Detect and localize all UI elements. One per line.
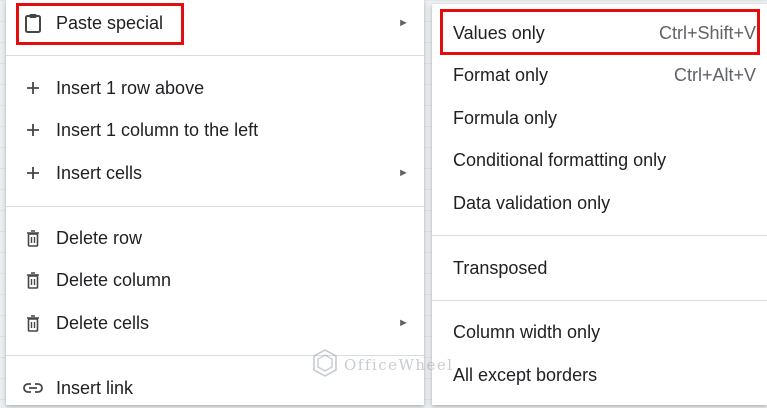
- link-icon: [22, 377, 44, 399]
- plus-icon: [22, 119, 44, 141]
- menu-item-label: Insert cells: [56, 162, 143, 183]
- menu-divider: [6, 55, 424, 56]
- submenu-item-data-validation-only[interactable]: Data validation only: [432, 183, 767, 223]
- menu-item-insert-link[interactable]: Insert link: [6, 368, 424, 408]
- menu-divider: [432, 235, 767, 236]
- submenu-arrow-icon: ►: [398, 17, 409, 29]
- submenu-item-formula-only[interactable]: Formula only: [432, 98, 767, 138]
- menu-item-label: Formula only: [453, 107, 558, 128]
- keyboard-shortcut: Ctrl+Alt+V: [673, 64, 756, 85]
- submenu-item-column-width-only[interactable]: Column width only: [432, 312, 767, 352]
- menu-item-label: Delete row: [56, 227, 143, 248]
- menu-item-insert-column-left[interactable]: Insert 1 column to the left: [6, 110, 424, 150]
- menu-divider: [432, 300, 767, 301]
- menu-item-delete-column[interactable]: Delete column: [6, 260, 424, 300]
- menu-item-label: All except borders: [453, 364, 598, 385]
- clipboard-icon: [22, 12, 44, 34]
- keyboard-shortcut: Ctrl+Shift+V: [658, 22, 756, 43]
- trash-icon: [22, 227, 44, 249]
- menu-divider: [6, 206, 424, 207]
- trash-icon: [22, 269, 44, 291]
- menu-divider: [6, 355, 424, 356]
- menu-item-paste-special[interactable]: Paste special ►: [6, 3, 424, 43]
- menu-item-label: Conditional formatting only: [453, 149, 667, 170]
- plus-icon: [22, 77, 44, 99]
- submenu-item-all-except-borders[interactable]: All except borders: [432, 355, 767, 395]
- trash-icon: [22, 312, 44, 334]
- menu-item-delete-cells[interactable]: Delete cells ►: [6, 303, 424, 343]
- menu-item-label: Delete cells: [56, 312, 150, 333]
- menu-item-insert-cells[interactable]: Insert cells ►: [6, 153, 424, 193]
- menu-item-insert-row-above[interactable]: Insert 1 row above: [6, 68, 424, 108]
- menu-item-label: Insert 1 row above: [56, 77, 205, 98]
- plus-icon: [22, 162, 44, 184]
- submenu-arrow-icon: ►: [398, 317, 409, 329]
- submenu-item-transposed[interactable]: Transposed: [432, 248, 767, 288]
- menu-item-label: Insert 1 column to the left: [56, 119, 259, 140]
- submenu-item-values-only[interactable]: Values only Ctrl+Shift+V: [432, 13, 767, 53]
- menu-item-label: Delete column: [56, 269, 172, 290]
- submenu-arrow-icon: ►: [398, 167, 409, 179]
- context-menu: Paste special ► Insert 1 row above Inser…: [6, 0, 424, 405]
- menu-item-label: Values only: [453, 22, 545, 43]
- submenu-item-format-only[interactable]: Format only Ctrl+Alt+V: [432, 55, 767, 95]
- menu-item-label: Column width only: [453, 321, 601, 342]
- menu-item-label: Data validation only: [453, 192, 611, 213]
- menu-item-label: Paste special: [56, 12, 164, 33]
- menu-item-delete-row[interactable]: Delete row: [6, 218, 424, 258]
- submenu-item-conditional-formatting-only[interactable]: Conditional formatting only: [432, 140, 767, 180]
- paste-special-submenu: Values only Ctrl+Shift+V Format only Ctr…: [432, 4, 767, 405]
- menu-item-label: Insert link: [56, 377, 134, 398]
- menu-item-label: Format only: [453, 64, 549, 85]
- menu-item-label: Transposed: [453, 257, 548, 278]
